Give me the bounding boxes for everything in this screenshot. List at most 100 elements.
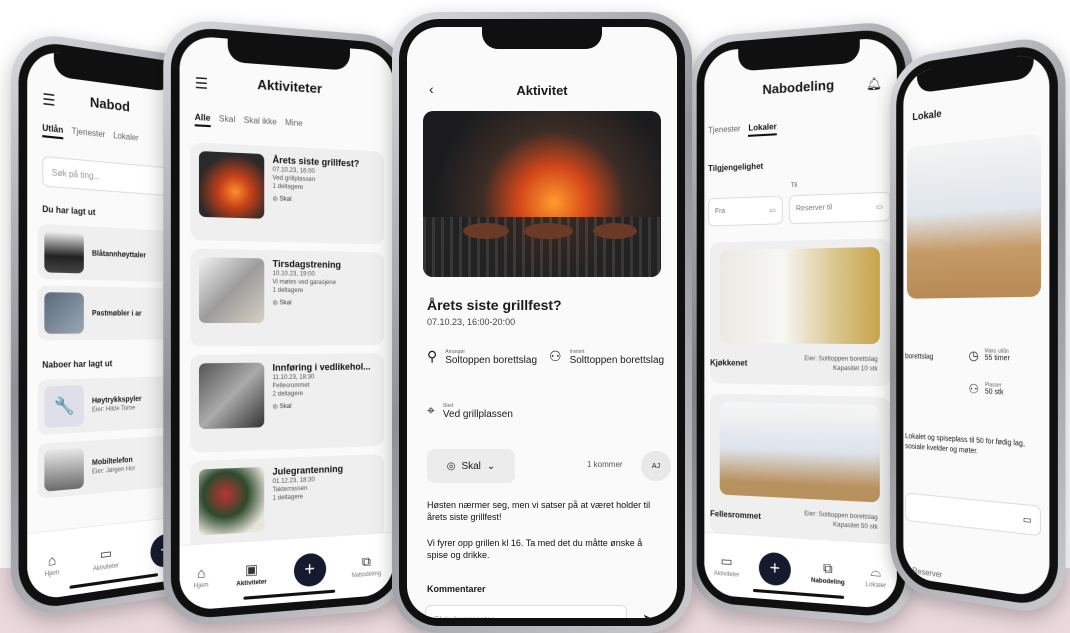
rsvp-badge: ◎ Skal	[272, 196, 292, 204]
nav-sharing[interactable]: ⧉ Nabodeling	[352, 552, 382, 579]
description-1: Høsten nærmer seg, men vi satser på at v…	[427, 500, 651, 523]
activity-count: 1 deltagere	[272, 287, 304, 295]
tab-alle[interactable]: Alle	[194, 112, 211, 128]
room-image	[906, 133, 1041, 299]
room-name: Fellesrommet	[710, 509, 761, 522]
add-button[interactable]: +	[293, 551, 326, 588]
activity-datetime: 07.10.23, 16:00-20:00	[427, 317, 516, 327]
room-owner: Eier: Solttoppen borettslag Kapasitet 10 …	[804, 356, 878, 373]
room-card[interactable]: Kjøkkenet Eier: Solttoppen borettslag Kap…	[710, 238, 891, 387]
location-icon: ⌖	[427, 402, 435, 418]
section-availability: Tilgjengelighet	[708, 161, 764, 174]
place-info: ⌖ Sted Ved grillplassen	[427, 402, 513, 420]
nav-activities[interactable]: ▭ Aktiviteter	[714, 552, 740, 579]
to-label: Til	[790, 182, 798, 190]
page-title: Lokale	[912, 108, 942, 124]
menu-icon[interactable]: ☰	[42, 90, 55, 110]
people-icon: ⚇	[549, 348, 562, 364]
calendar-icon: ▭	[1022, 513, 1032, 526]
section-others: Naboer har lagt ut	[42, 358, 113, 371]
reserve-button[interactable]: Reserver	[912, 566, 942, 579]
attendee-count: 1 kommer	[587, 460, 623, 469]
tab-tjenester[interactable]: Tjenester	[72, 126, 106, 143]
page-title: Aktiviteter	[257, 76, 322, 97]
page-title: Aktivitet	[516, 83, 568, 98]
nav-activities[interactable]: ▣ Aktiviteter	[236, 560, 267, 588]
item-thumbnail	[44, 447, 84, 492]
calendar-icon: ▭	[875, 203, 884, 212]
tab-skal[interactable]: Skal	[219, 114, 235, 129]
check-circle-icon: ◎	[446, 460, 456, 472]
phone-notch	[482, 27, 602, 49]
activity-count: 1 deltagere	[272, 494, 304, 502]
calendar-icon: ▭	[720, 552, 733, 569]
phone-activities: ☰ Aktiviteter Alle Skal Skal ikke Mine Å…	[163, 17, 408, 629]
tab-tjenester[interactable]: Tjenester	[708, 124, 740, 139]
activity-title: Tirsdagstrening	[272, 258, 341, 270]
avatar[interactable]: AJ	[641, 451, 671, 481]
bottom-nav: ⌂ Hjem ▣ Aktiviteter + ⧉ Nabodeling	[179, 531, 394, 612]
activity-title: Julegrantenning	[272, 463, 344, 477]
date-input[interactable]: ▭	[905, 492, 1041, 537]
tab-lokaler[interactable]: Lokaler	[113, 131, 138, 147]
clock-icon: ◷	[968, 348, 979, 363]
rsvp-badge: ◎ Skal	[272, 403, 292, 411]
nav-activities[interactable]: ▭ Aktiviteter	[93, 543, 119, 572]
tab-mine[interactable]: Mine	[285, 118, 303, 132]
description-2: Vi fyrer opp grillen kl 16. Ta med det d…	[427, 538, 643, 561]
phone-notch	[916, 53, 1034, 94]
item-title: Pastmøbler i ar	[91, 309, 142, 318]
phone-notch	[227, 38, 350, 71]
tab-bar: Tjenester Lokaler	[708, 116, 888, 140]
item-thumbnail	[44, 230, 84, 274]
chevron-down-icon: ⌄	[486, 460, 496, 472]
activity-card[interactable]: Årets siste grillfest? 07.10.23, 16:00 V…	[190, 142, 385, 245]
rsvp-dropdown[interactable]: ◎ Skal ⌄	[427, 449, 515, 483]
sharing-icon: ⧉	[823, 559, 833, 576]
calendar-icon: ▣	[245, 560, 258, 578]
item-thumbnail	[44, 292, 84, 334]
home-icon: ⌂	[196, 564, 206, 582]
tab-lokaler[interactable]: Lokaler	[748, 121, 777, 137]
activity-date: 10.10.23, 19:00	[272, 270, 315, 278]
phone-notch	[53, 52, 172, 93]
to-date-input[interactable]: Reserver til ▭	[788, 191, 891, 225]
nav-home[interactable]: ⌂ Hjem	[45, 551, 60, 579]
rsvp-badge: ◎ Skal	[272, 300, 292, 307]
tab-skal-ikke[interactable]: Skal ikke	[244, 115, 277, 130]
calendar-icon: ▭	[769, 207, 776, 215]
item-owner: Eier: Jørgen Hor	[91, 465, 136, 476]
phone-notch	[738, 39, 860, 72]
owner-text: borettslag	[905, 353, 934, 361]
from-date-input[interactable]: Fra ▭	[708, 195, 783, 227]
nav-lokaler[interactable]: ⌓ Lokaler	[865, 562, 886, 589]
person-icon: ⚲	[427, 348, 438, 364]
calendar-icon: ▭	[99, 544, 113, 562]
send-icon[interactable]: ➤	[643, 613, 651, 618]
activity-thumbnail	[198, 150, 265, 219]
bell-icon[interactable]: 🔔︎	[866, 76, 882, 92]
max-time-info: ◷ Maks utlån 55 timer	[968, 348, 1010, 363]
activity-count: 1 deltagere	[272, 183, 304, 192]
room-image	[719, 246, 880, 345]
activity-card[interactable]: Innføring i vedlikehol... 11.10.23, 18:3…	[190, 353, 385, 453]
activity-thumbnail	[198, 362, 265, 430]
people-icon: ⚇	[968, 381, 980, 397]
activity-title: Årets siste grillfest?	[427, 297, 562, 313]
activity-title: Innføring i vedlikehol...	[272, 361, 371, 373]
sharing-icon: ⧉	[361, 552, 371, 569]
add-button[interactable]: +	[758, 551, 791, 587]
nav-sharing[interactable]: ⧉ Nabodeling	[811, 559, 845, 586]
room-card[interactable]: Fellesrommet Eier: Solttoppen borettslag…	[710, 393, 891, 546]
activity-count: 2 deltagere	[272, 391, 304, 398]
phone-lokaler: Nabodeling 🔔︎ Tjenester Lokaler Tilgjeng…	[690, 19, 914, 627]
sofa-icon: ⌓	[870, 562, 882, 580]
tab-utlan[interactable]: Utlån	[42, 122, 64, 140]
nav-home[interactable]: ⌂ Hjem	[194, 564, 209, 590]
activity-place: Vi møtes ved garasjene	[272, 279, 337, 287]
phone-activity-detail: ‹ Aktivitet Årets siste grillfest? 07.10…	[392, 12, 692, 633]
activity-card[interactable]: Tirsdagstrening 10.10.23, 19:00 Vi møtes…	[190, 248, 385, 347]
comment-input[interactable]: Skriv kommentar	[425, 605, 627, 618]
activity-place: Fellesrommet	[272, 382, 310, 390]
comments-heading: Kommentarer	[427, 584, 486, 594]
